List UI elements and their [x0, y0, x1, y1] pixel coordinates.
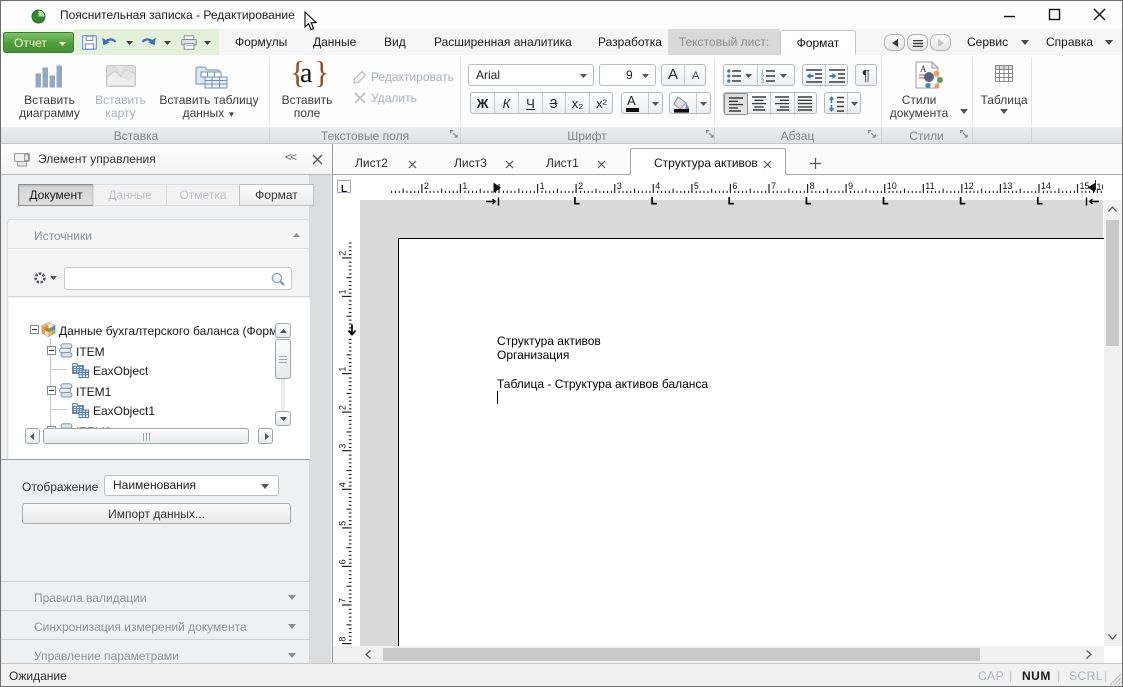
svg-text:12: 12: [964, 181, 974, 191]
svg-text:8: 8: [338, 637, 348, 642]
svg-text:5: 5: [338, 521, 348, 526]
svg-text:3: 3: [761, 79, 764, 83]
svg-text:4: 4: [655, 181, 660, 191]
svg-text:8: 8: [810, 181, 815, 191]
svg-text:A: A: [920, 64, 927, 74]
svg-text:7: 7: [338, 598, 348, 603]
svg-text:9: 9: [848, 181, 853, 191]
svg-text:3: 3: [617, 181, 622, 191]
svg-text:2: 2: [338, 405, 348, 410]
svg-text:13: 13: [1002, 181, 1012, 191]
svg-text:3: 3: [338, 444, 348, 449]
svg-text:16: 16: [1097, 182, 1104, 192]
svg-text:1: 1: [462, 181, 467, 191]
svg-text:1: 1: [540, 181, 545, 191]
svg-text:4: 4: [338, 482, 348, 487]
svg-text:11: 11: [925, 181, 934, 191]
svg-text:1: 1: [338, 367, 348, 372]
svg-text:6: 6: [338, 559, 348, 564]
svg-text:2: 2: [338, 251, 348, 256]
svg-text:15: 15: [1080, 181, 1090, 191]
svg-text:14: 14: [1041, 181, 1051, 191]
svg-text:5: 5: [694, 181, 699, 191]
svg-text:2: 2: [424, 181, 429, 191]
svg-text:1: 1: [338, 289, 348, 294]
svg-text:2: 2: [578, 181, 583, 191]
svg-text:7: 7: [771, 181, 776, 191]
svg-text:10: 10: [887, 181, 897, 191]
svg-text:6: 6: [732, 181, 737, 191]
